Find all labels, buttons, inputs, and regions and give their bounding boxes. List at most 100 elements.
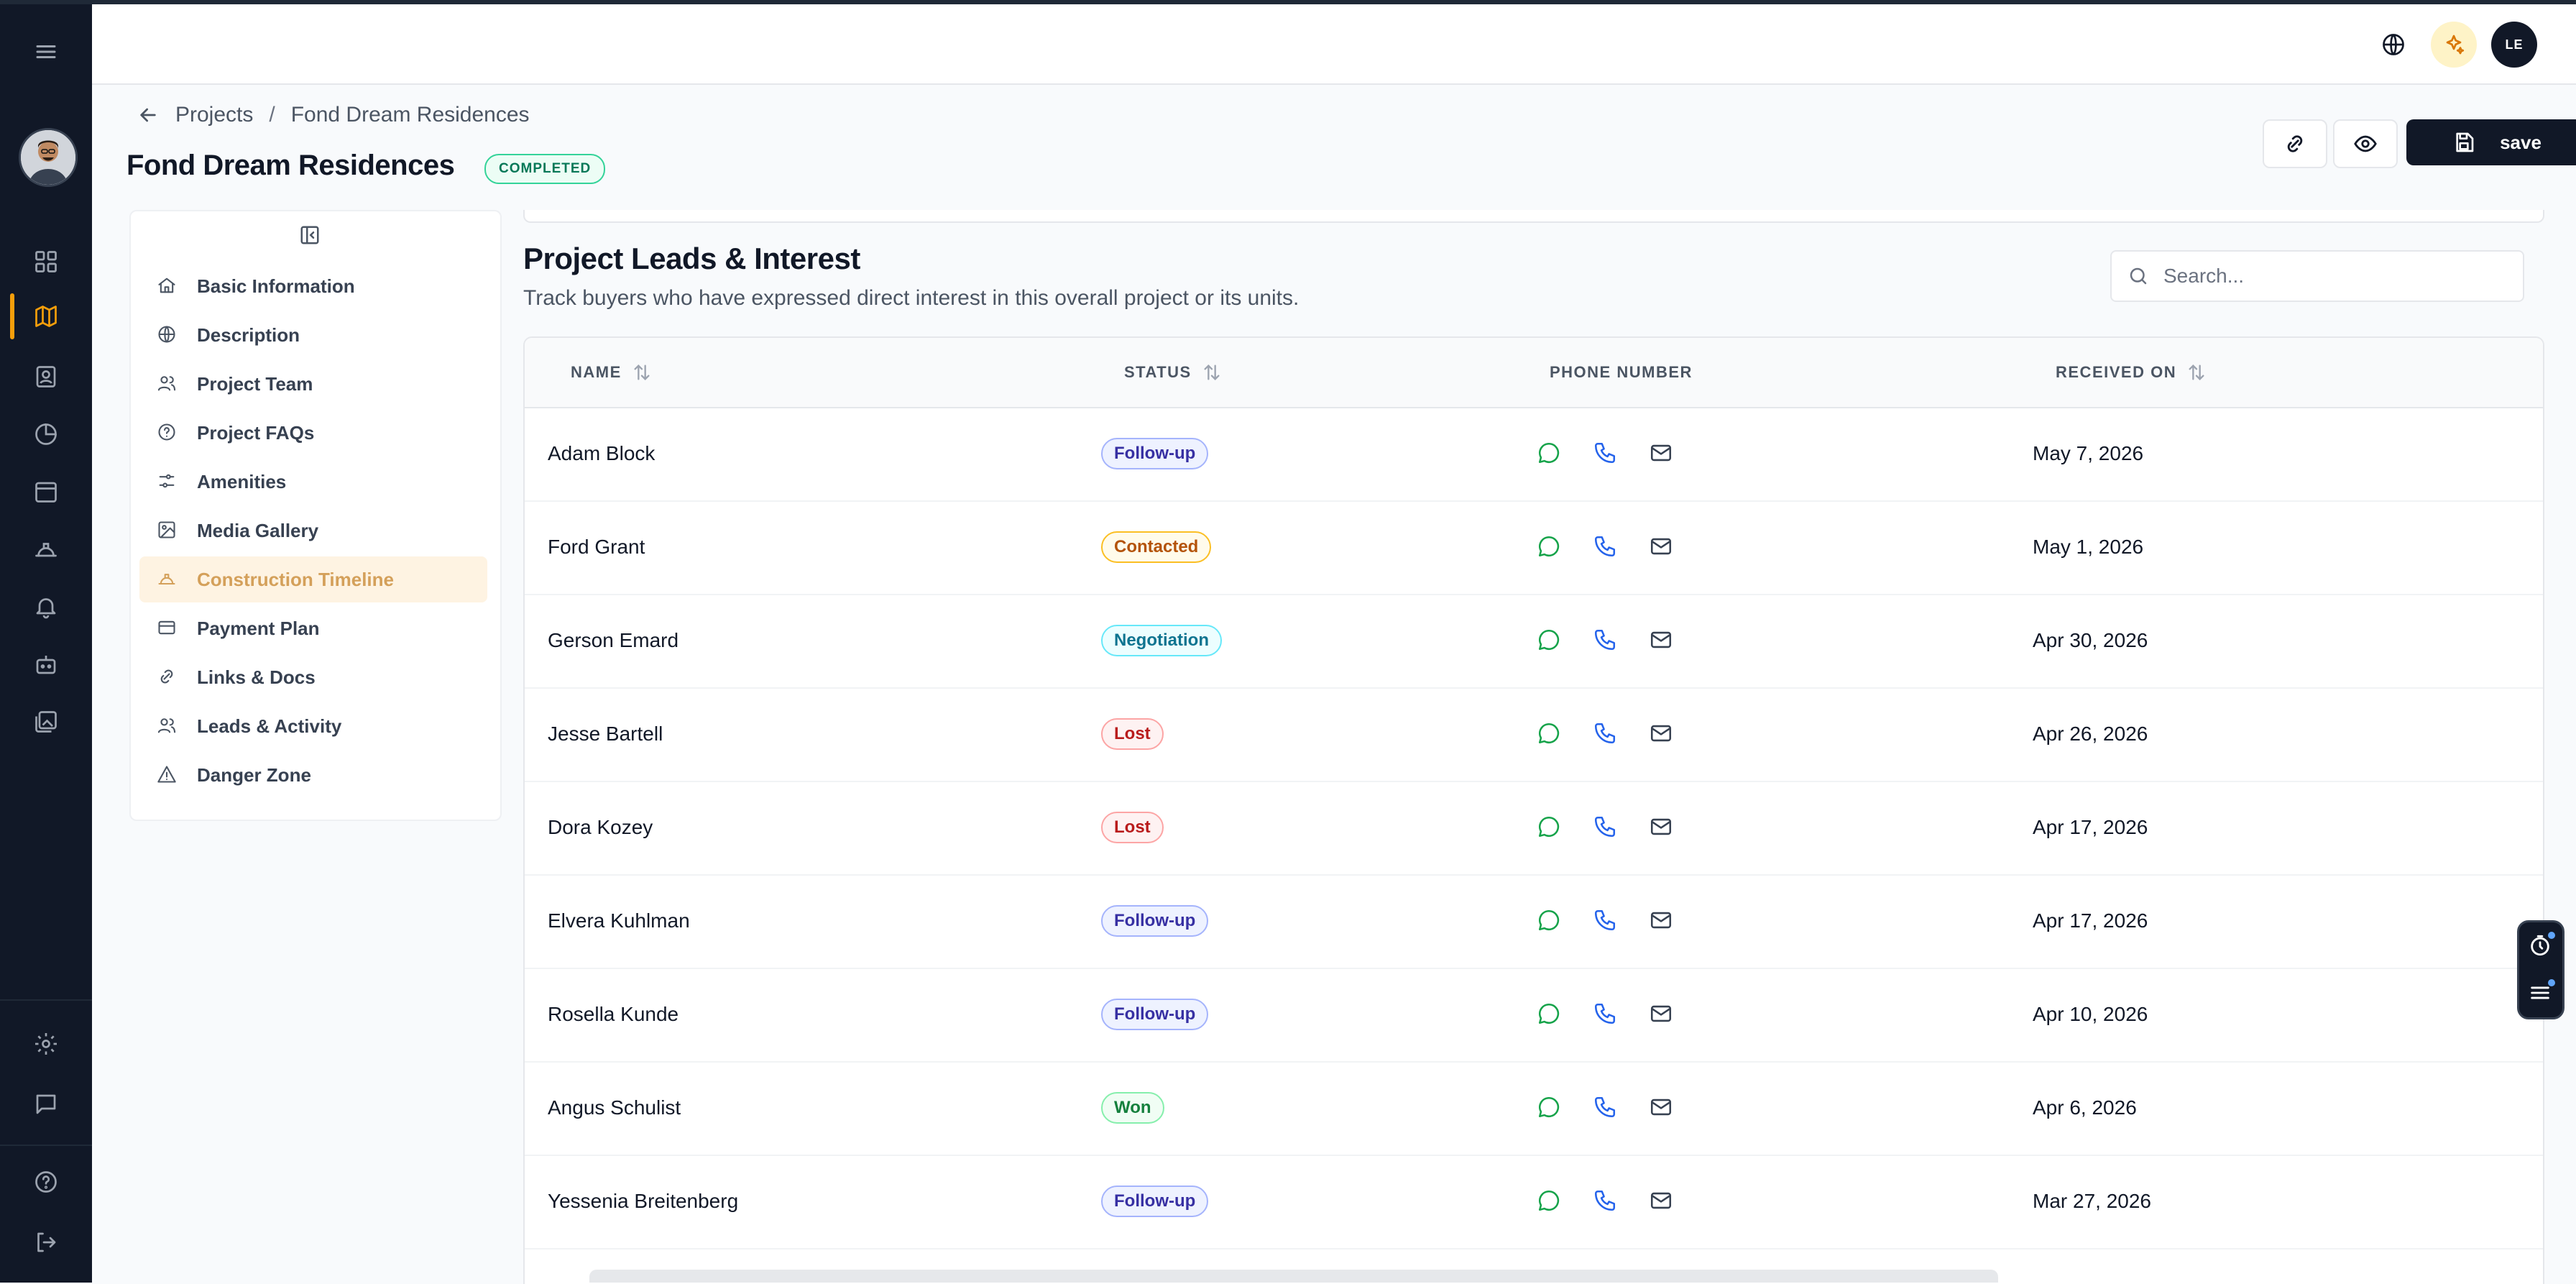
- floating-tools: [2517, 920, 2564, 1019]
- nav-item-links-docs[interactable]: Links & Docs: [139, 654, 487, 700]
- table-row[interactable]: Angus Schulist Won Apr 6, 2026: [525, 1061, 2543, 1156]
- nav-item-label: Media Gallery: [197, 519, 319, 541]
- image-icon: [157, 520, 178, 541]
- table-row[interactable]: Adam Block Follow-up May 7, 2026: [525, 407, 2543, 502]
- lead-status-badge: Follow-up: [1101, 905, 1209, 937]
- phone-icon[interactable]: [1593, 1001, 1619, 1027]
- phone-icon[interactable]: [1593, 441, 1619, 467]
- projects-map-icon[interactable]: [23, 293, 69, 339]
- account-avatar[interactable]: LE: [2491, 22, 2537, 68]
- user-avatar[interactable]: [19, 128, 78, 187]
- users-icon: [157, 373, 178, 395]
- email-icon[interactable]: [1649, 534, 1675, 560]
- contact-actions: [1537, 500, 1675, 594]
- nav-item-danger-zone[interactable]: Danger Zone: [139, 752, 487, 798]
- received-date: Apr 30, 2026: [2033, 629, 2148, 651]
- whatsapp-icon[interactable]: [1537, 908, 1563, 934]
- email-icon[interactable]: [1649, 1188, 1675, 1214]
- nav-item-media-gallery[interactable]: Media Gallery: [139, 508, 487, 554]
- bot-icon[interactable]: [23, 641, 69, 687]
- contacts-icon[interactable]: [23, 354, 69, 400]
- save-button[interactable]: save: [2406, 119, 2576, 165]
- timer-icon[interactable]: [2528, 932, 2555, 959]
- whatsapp-icon[interactable]: [1537, 441, 1563, 467]
- collapse-panel-icon[interactable]: [293, 219, 326, 252]
- email-icon[interactable]: [1649, 628, 1675, 654]
- nav-item-label: Project FAQs: [197, 421, 315, 444]
- hard-hat-icon: [157, 569, 178, 590]
- phone-icon[interactable]: [1593, 1188, 1619, 1214]
- help-icon[interactable]: [23, 1159, 69, 1205]
- email-icon[interactable]: [1649, 1095, 1675, 1121]
- table-row[interactable]: Yessenia Breitenberg Follow-up Mar 27, 202…: [525, 1155, 2543, 1249]
- whatsapp-icon[interactable]: [1537, 628, 1563, 654]
- phone-icon[interactable]: [1593, 815, 1619, 840]
- copy-link-button[interactable]: [2263, 119, 2327, 168]
- nav-item-payment-plan[interactable]: Payment Plan: [139, 605, 487, 651]
- lead-status-badge: Negotiation: [1101, 625, 1222, 656]
- sort-icon[interactable]: [632, 362, 652, 382]
- search-input[interactable]: [2162, 264, 2496, 288]
- menu-icon[interactable]: [23, 29, 69, 75]
- lead-status-badge: Follow-up: [1101, 438, 1209, 469]
- nav-item-project-team[interactable]: Project Team: [139, 361, 487, 407]
- whatsapp-icon[interactable]: [1537, 815, 1563, 840]
- preview-button[interactable]: [2333, 119, 2398, 168]
- table-row[interactable]: Dora Kozey Lost Apr 17, 2026: [525, 781, 2543, 876]
- nav-item-construction-timeline[interactable]: Construction Timeline: [139, 556, 487, 602]
- chat-icon[interactable]: [23, 1081, 69, 1127]
- calendar-icon[interactable]: [23, 469, 69, 515]
- email-icon[interactable]: [1649, 1001, 1675, 1027]
- table-row[interactable]: Ford Grant Contacted May 1, 2026: [525, 500, 2543, 595]
- back-arrow-icon[interactable]: [137, 104, 160, 127]
- phone-icon[interactable]: [1593, 908, 1619, 934]
- whatsapp-icon[interactable]: [1537, 1001, 1563, 1027]
- language-globe-icon[interactable]: [2370, 22, 2416, 68]
- phone-icon[interactable]: [1593, 534, 1619, 560]
- gallery-icon[interactable]: [23, 699, 69, 745]
- whatsapp-icon[interactable]: [1537, 1095, 1563, 1121]
- email-icon[interactable]: [1649, 815, 1675, 840]
- nav-item-description[interactable]: Description: [139, 312, 487, 358]
- credit-card-icon: [157, 618, 178, 639]
- column-header-received[interactable]: RECEIVED ON: [2056, 338, 2207, 407]
- lead-name: Adam Block: [548, 442, 656, 464]
- top-bar: LE: [92, 4, 2576, 85]
- phone-icon[interactable]: [1593, 721, 1619, 747]
- lead-name: Angus Schulist: [548, 1096, 681, 1119]
- table-row[interactable]: Gerson Emard Negotiation Apr 30, 2026: [525, 594, 2543, 689]
- sparkles-icon[interactable]: [2431, 22, 2477, 68]
- sort-icon[interactable]: [1202, 362, 1222, 382]
- dashboard-icon[interactable]: [23, 239, 69, 285]
- construction-icon[interactable]: [23, 526, 69, 572]
- phone-icon[interactable]: [1593, 628, 1619, 654]
- received-date: Apr 17, 2026: [2033, 909, 2148, 932]
- email-icon[interactable]: [1649, 441, 1675, 467]
- breadcrumb: Projects / Fond Dream Residences: [137, 101, 530, 129]
- column-header-status[interactable]: STATUS: [1124, 338, 1222, 407]
- nav-item-basic-information[interactable]: Basic Information: [139, 263, 487, 309]
- lead-name: Elvera Kuhlman: [548, 909, 690, 932]
- column-header-name[interactable]: NAME: [571, 338, 652, 407]
- table-row[interactable]: Elvera Kuhlman Follow-up Apr 17, 2026: [525, 874, 2543, 969]
- nav-item-leads-activity[interactable]: Leads & Activity: [139, 703, 487, 749]
- whatsapp-icon[interactable]: [1537, 721, 1563, 747]
- lead-status-badge: Follow-up: [1101, 999, 1209, 1030]
- phone-icon[interactable]: [1593, 1095, 1619, 1121]
- analytics-pie-icon[interactable]: [23, 411, 69, 457]
- email-icon[interactable]: [1649, 908, 1675, 934]
- settings-gear-icon[interactable]: [23, 1021, 69, 1067]
- nav-item-amenities[interactable]: Amenities: [139, 459, 487, 505]
- email-icon[interactable]: [1649, 721, 1675, 747]
- table-row[interactable]: Jesse Bartell Lost Apr 26, 2026: [525, 687, 2543, 782]
- bell-icon[interactable]: [23, 584, 69, 630]
- nav-item-project-faqs[interactable]: Project FAQs: [139, 410, 487, 456]
- whatsapp-icon[interactable]: [1537, 1188, 1563, 1214]
- table-row[interactable]: Rosella Kunde Follow-up Apr 10, 2026: [525, 968, 2543, 1063]
- task-list-icon[interactable]: [2528, 979, 2555, 1006]
- sort-icon[interactable]: [2186, 362, 2207, 382]
- breadcrumb-projects-link[interactable]: Projects: [175, 103, 253, 127]
- search-box[interactable]: [2110, 250, 2524, 302]
- logout-icon[interactable]: [23, 1219, 69, 1265]
- whatsapp-icon[interactable]: [1537, 534, 1563, 560]
